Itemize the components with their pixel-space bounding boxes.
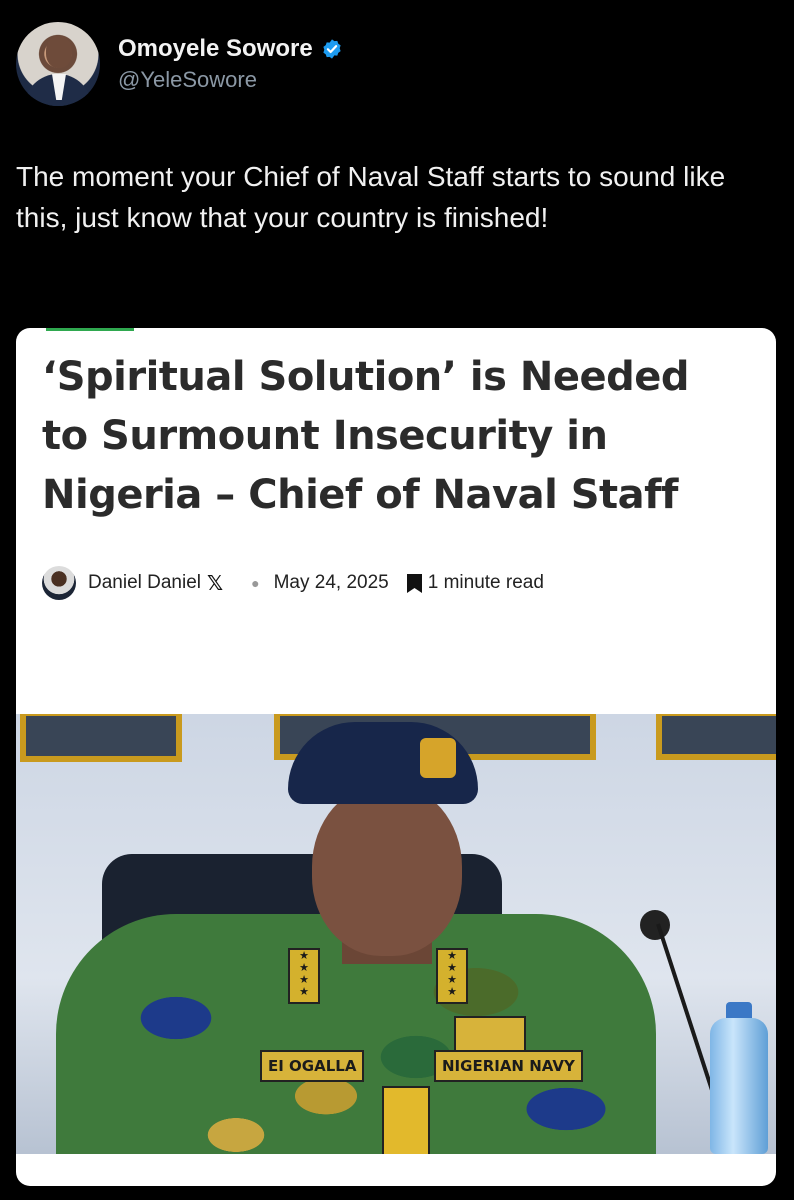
category-tag — [46, 328, 134, 331]
author-avatar[interactable] — [16, 22, 100, 106]
display-name[interactable]: Omoyele Sowore — [118, 35, 313, 63]
link-preview-card[interactable]: ‘Spiritual Solution’ is Needed to Surmou… — [16, 328, 776, 1186]
name-tag: EI OGALLA — [260, 1050, 365, 1082]
wall-frame — [656, 714, 776, 760]
user-handle[interactable]: @YeleSowore — [118, 67, 343, 93]
article-date: May 24, 2025 — [273, 572, 389, 593]
water-bottle — [710, 1018, 768, 1154]
service-tag: NIGERIAN NAVY — [434, 1050, 583, 1082]
name-row: Omoyele Sowore — [118, 35, 343, 63]
article-author-avatar[interactable] — [42, 566, 76, 600]
tweet-header: Omoyele Sowore @YeleSowore — [16, 22, 343, 106]
author-names: Omoyele Sowore @YeleSowore — [118, 35, 343, 93]
x-icon[interactable]: 𝕏 — [207, 571, 223, 596]
rank-insignia: ★ ★ ★ ★ — [436, 948, 468, 1004]
avatar-face — [46, 36, 72, 68]
separator-dot: ● — [251, 575, 260, 591]
beret-badge-icon — [420, 738, 456, 778]
tweet-text: The moment your Chief of Naval Staff sta… — [16, 161, 726, 233]
officer-head — [312, 784, 462, 956]
bookmark-icon — [406, 573, 422, 593]
microphone-icon — [640, 910, 670, 940]
article-headline[interactable]: ‘Spiritual Solution’ is Needed to Surmou… — [42, 348, 742, 525]
wall-frame — [20, 714, 182, 762]
verified-badge-icon — [323, 39, 341, 59]
pocket-badge — [382, 1086, 430, 1154]
article-photo: ★ ★ ★ ★ ★ ★ ★ ★ EI OGALLA NIGERIAN NAVY — [16, 714, 776, 1154]
article-meta: Daniel Daniel 𝕏 ● May 24, 2025 1 minute … — [42, 566, 544, 600]
article-author[interactable]: Daniel Daniel — [88, 572, 201, 594]
read-time: 1 minute read — [427, 572, 544, 593]
rank-insignia: ★ ★ ★ ★ — [288, 948, 320, 1004]
